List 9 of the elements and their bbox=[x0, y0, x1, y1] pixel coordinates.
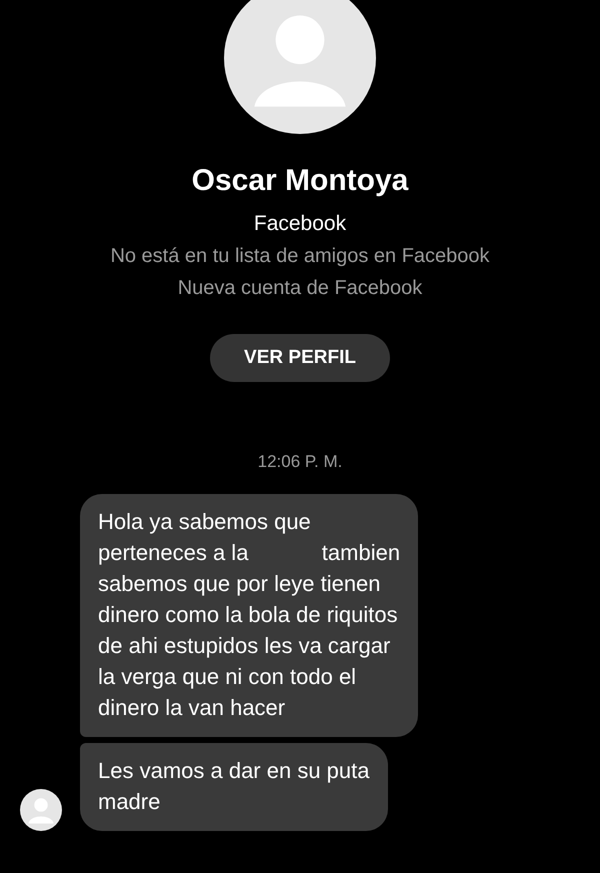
view-profile-button[interactable]: VER PERFIL bbox=[210, 334, 390, 382]
message-bubble: Les vamos a dar en su puta madre bbox=[80, 743, 388, 831]
contact-name: Oscar Montoya bbox=[192, 164, 408, 198]
timestamp: 12:06 P. M. bbox=[258, 452, 342, 472]
message-bubble: Hola ya sabemos que perteneces a la tambien sabemos que por leye tienen dinero como la bola de riquitos de ahi estupidos les va cargar la verga que ni con todo el dinero la van hacer bbox=[80, 494, 418, 737]
profile-note: Nueva cuenta de Facebook bbox=[178, 277, 422, 300]
profile-note: No está en tu lista de amigos en Facebook bbox=[110, 245, 490, 268]
platform-label: Facebook bbox=[254, 212, 346, 236]
profile-avatar-icon bbox=[224, 0, 376, 134]
